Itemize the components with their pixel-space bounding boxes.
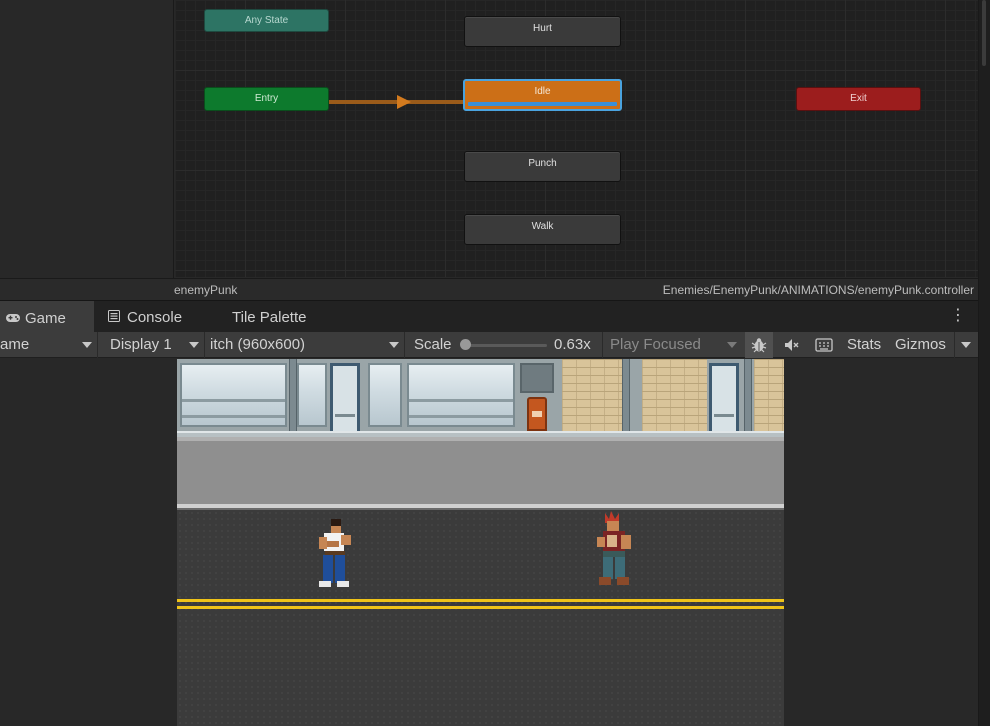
transition-arrow-icon — [397, 95, 411, 109]
animator-layers-pane — [0, 0, 174, 300]
right-scrollbar[interactable] — [978, 0, 990, 726]
state-idle[interactable]: Idle — [463, 79, 622, 111]
gizmos-dropdown-chevron-icon[interactable] — [961, 342, 971, 348]
state-hurt[interactable]: Hurt — [464, 16, 621, 47]
chevron-down-icon — [82, 342, 92, 348]
keyboard-icon[interactable] — [808, 332, 840, 358]
divider — [97, 332, 98, 358]
brick-wall — [642, 359, 707, 435]
enemy-punk-sprite — [591, 511, 641, 596]
divider — [602, 332, 603, 358]
storefront-window — [407, 363, 515, 427]
resolution-value: itch (960x600) — [210, 336, 306, 353]
display-value: Display 1 — [110, 336, 172, 353]
mute-audio-icon[interactable] — [776, 332, 806, 358]
storefront-window — [297, 363, 327, 427]
divider — [204, 332, 205, 358]
bug-icon[interactable] — [745, 332, 773, 358]
scale-label: Scale — [414, 336, 452, 353]
brick-wall — [754, 359, 784, 435]
storefront-window — [368, 363, 402, 427]
chevron-down-icon — [727, 342, 737, 348]
state-idle-label: Idle — [534, 86, 551, 97]
lane-line — [177, 606, 784, 609]
animator-footer: enemyPunk Enemies/EnemyPunk/ANIMATIONS/e… — [0, 278, 978, 300]
pillar — [622, 359, 630, 435]
game-mode-value: ame — [0, 336, 30, 353]
state-walk[interactable]: Walk — [464, 214, 621, 245]
tab-console[interactable]: Console — [98, 301, 192, 333]
more-options-icon[interactable]: ⋮ — [950, 308, 966, 324]
scale-slider-handle[interactable] — [460, 339, 471, 350]
controller-name: enemyPunk — [174, 283, 238, 297]
animator-graph[interactable]: Any State Entry Exit Hurt Idle Punch Wal… — [175, 0, 978, 277]
lane-line — [177, 599, 784, 602]
pillar — [744, 359, 752, 435]
divider — [954, 332, 955, 358]
tab-game-label: Game — [25, 310, 66, 327]
idle-progress-bar — [468, 102, 617, 106]
scale-slider[interactable] — [465, 344, 547, 347]
storefront-window — [180, 363, 287, 427]
play-mode-value: Play Focused — [610, 336, 701, 353]
chevron-down-icon — [189, 342, 199, 348]
display-dropdown[interactable]: Display 1 — [110, 332, 204, 358]
state-any-state[interactable]: Any State — [204, 9, 329, 32]
game-toolbar: ame Display 1 itch (960x600) Scale 0.63x… — [0, 332, 978, 358]
brick-wall — [562, 359, 622, 435]
game-mode-dropdown[interactable]: ame — [0, 332, 97, 358]
editor-tab-bar: Game Console Tile Palette ⋮ — [0, 300, 978, 333]
tab-game[interactable]: Game — [0, 301, 94, 333]
wall-vent — [520, 363, 554, 393]
tab-tile-palette[interactable]: Tile Palette — [222, 301, 316, 333]
state-punch[interactable]: Punch — [464, 151, 621, 182]
storefront-door — [709, 363, 739, 435]
tab-tile-palette-label: Tile Palette — [232, 309, 307, 326]
pillar — [289, 359, 297, 435]
fire-alarm-box — [527, 397, 547, 431]
storefront-door — [330, 363, 360, 435]
divider — [404, 332, 405, 358]
sidewalk — [177, 437, 784, 504]
console-icon — [108, 301, 122, 335]
controller-path: Enemies/EnemyPunk/ANIMATIONS/enemyPunk.c… — [662, 283, 974, 297]
resolution-dropdown[interactable]: itch (960x600) — [210, 332, 404, 358]
gamepad-icon — [6, 303, 20, 335]
tab-console-label: Console — [127, 309, 183, 326]
gizmos-button[interactable]: Gizmos — [895, 332, 946, 358]
chevron-down-icon — [389, 342, 399, 348]
state-entry[interactable]: Entry — [204, 87, 329, 111]
player-sprite — [313, 517, 355, 598]
road — [177, 510, 784, 726]
game-render-view[interactable] — [177, 359, 784, 726]
stats-button[interactable]: Stats — [847, 332, 881, 358]
state-exit[interactable]: Exit — [796, 87, 921, 111]
scale-value: 0.63x — [554, 336, 591, 353]
play-mode-dropdown[interactable]: Play Focused — [610, 332, 743, 358]
